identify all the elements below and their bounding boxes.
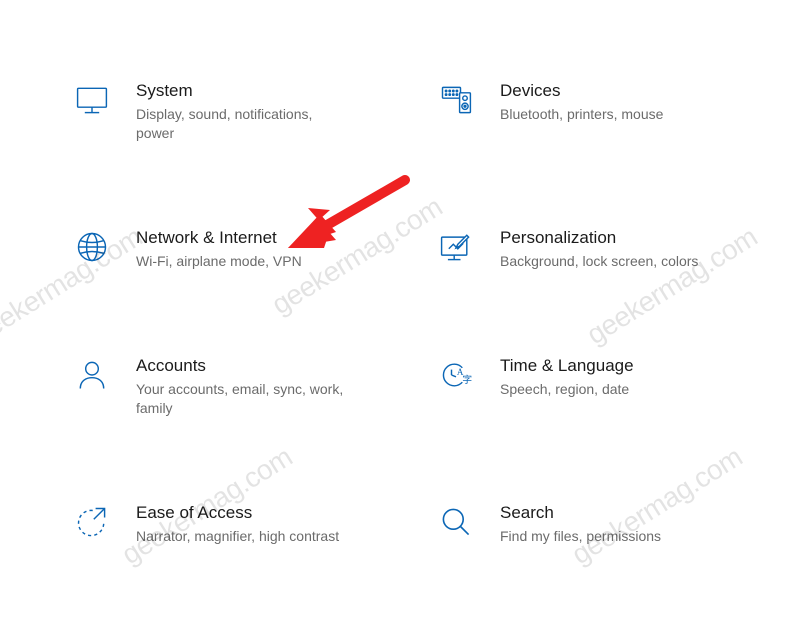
- time-language-icon: A 字: [436, 355, 476, 395]
- settings-item-ease-of-access[interactable]: Ease of Access Narrator, magnifier, high…: [72, 500, 396, 546]
- search-icon: [436, 502, 476, 542]
- settings-item-title: Personalization: [500, 227, 760, 248]
- settings-item-title: Network & Internet: [136, 227, 396, 248]
- settings-item-search[interactable]: Search Find my files, permissions: [436, 500, 760, 546]
- settings-item-title: Time & Language: [500, 355, 760, 376]
- settings-item-devices[interactable]: Devices Bluetooth, printers, mouse: [436, 78, 760, 143]
- settings-categories-grid: System Display, sound, notifications, po…: [0, 0, 800, 586]
- devices-icon: [436, 80, 476, 120]
- globe-icon: [72, 227, 112, 267]
- person-icon: [72, 355, 112, 395]
- settings-item-title: System: [136, 80, 396, 101]
- settings-item-title: Ease of Access: [136, 502, 396, 523]
- settings-item-desc: Your accounts, email, sync, work, family: [136, 380, 346, 418]
- settings-item-desc: Wi-Fi, airplane mode, VPN: [136, 252, 346, 271]
- settings-item-personalization[interactable]: Personalization Background, lock screen,…: [436, 225, 760, 271]
- settings-item-desc: Display, sound, notifications, power: [136, 105, 346, 143]
- system-icon: [72, 80, 112, 120]
- settings-item-time-language[interactable]: A 字 Time & Language Speech, region, date: [436, 353, 760, 418]
- settings-item-title: Accounts: [136, 355, 396, 376]
- svg-text:字: 字: [462, 373, 472, 386]
- settings-item-desc: Bluetooth, printers, mouse: [500, 105, 710, 124]
- personalization-icon: [436, 227, 476, 267]
- settings-item-desc: Narrator, magnifier, high contrast: [136, 527, 346, 546]
- settings-item-system[interactable]: System Display, sound, notifications, po…: [72, 78, 396, 143]
- settings-item-title: Devices: [500, 80, 760, 101]
- settings-item-desc: Find my files, permissions: [500, 527, 710, 546]
- settings-item-network[interactable]: Network & Internet Wi-Fi, airplane mode,…: [72, 225, 396, 271]
- settings-item-desc: Background, lock screen, colors: [500, 252, 710, 271]
- settings-item-accounts[interactable]: Accounts Your accounts, email, sync, wor…: [72, 353, 396, 418]
- ease-of-access-icon: [72, 502, 112, 542]
- settings-item-title: Search: [500, 502, 760, 523]
- settings-item-desc: Speech, region, date: [500, 380, 710, 399]
